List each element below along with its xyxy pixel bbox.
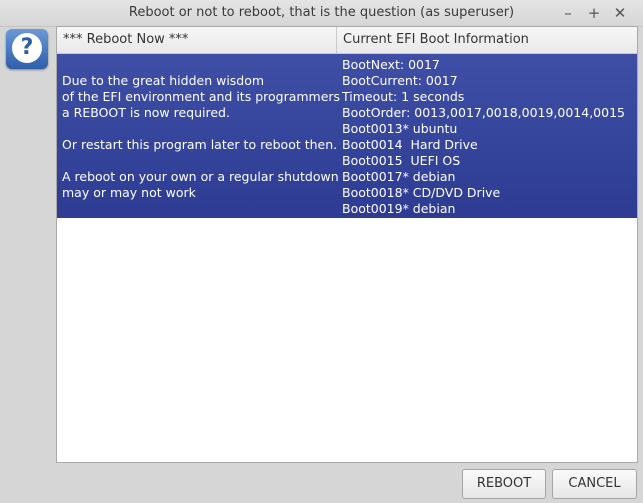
message-line: a REBOOT is now required. <box>62 105 230 120</box>
efi-info-line: Boot0015 UEFI OS <box>342 153 461 168</box>
efi-info-line: Boot0018* CD/DVD Drive <box>342 185 501 200</box>
message-line: A reboot on your own or a regular shutdo… <box>62 169 339 184</box>
cancel-button[interactable]: CANCEL <box>552 469 637 499</box>
reboot-message: Due to the great hidden wisdom of the EF… <box>62 73 341 201</box>
efi-info-line: Timeout: 1 seconds <box>342 89 465 104</box>
message-line: Due to the great hidden wisdom <box>62 73 265 88</box>
column-header-reboot-now[interactable]: *** Reboot Now *** <box>57 27 337 53</box>
message-line <box>62 153 334 169</box>
boot-info-table[interactable]: *** Reboot Now *** Current EFI Boot Info… <box>56 26 638 463</box>
efi-info-line: Boot0014 Hard Drive <box>342 137 478 152</box>
question-mark: ? <box>12 33 42 63</box>
efi-info-line: BootOrder: 0013,0017,0018,0019,0014,0015 <box>342 105 625 120</box>
close-icon[interactable]: ✕ <box>610 3 630 23</box>
table-header: *** Reboot Now *** Current EFI Boot Info… <box>57 27 637 54</box>
efi-info-line: BootCurrent: 0017 <box>342 73 458 88</box>
reboot-button[interactable]: REBOOT <box>462 469 546 499</box>
minimize-icon[interactable]: – <box>558 3 578 23</box>
efi-info-line: BootNext: 0017 <box>342 57 440 72</box>
efi-info-line: Boot0017* debian <box>342 169 456 184</box>
message-line: Or restart this program later to reboot … <box>62 137 338 152</box>
efi-boot-info: BootNext: 0017 BootCurrent: 0017 Timeout… <box>342 57 637 217</box>
message-line: may or may not work <box>62 185 196 200</box>
column-header-efi-info[interactable]: Current EFI Boot Information <box>337 27 637 53</box>
window-title: Reboot or not to reboot, that is the que… <box>128 5 515 20</box>
efi-info-line: Boot0019* debian <box>342 201 456 216</box>
maximize-icon[interactable]: + <box>584 3 604 23</box>
title-bar[interactable]: Reboot or not to reboot, that is the que… <box>0 0 643 27</box>
message-line: of the EFI environment and its programme… <box>62 89 341 104</box>
table-row[interactable]: Due to the great hidden wisdom of the EF… <box>57 54 637 218</box>
message-line <box>62 121 334 137</box>
efi-info-line: Boot0013* ubuntu <box>342 121 458 136</box>
question-icon: ? <box>6 29 48 69</box>
